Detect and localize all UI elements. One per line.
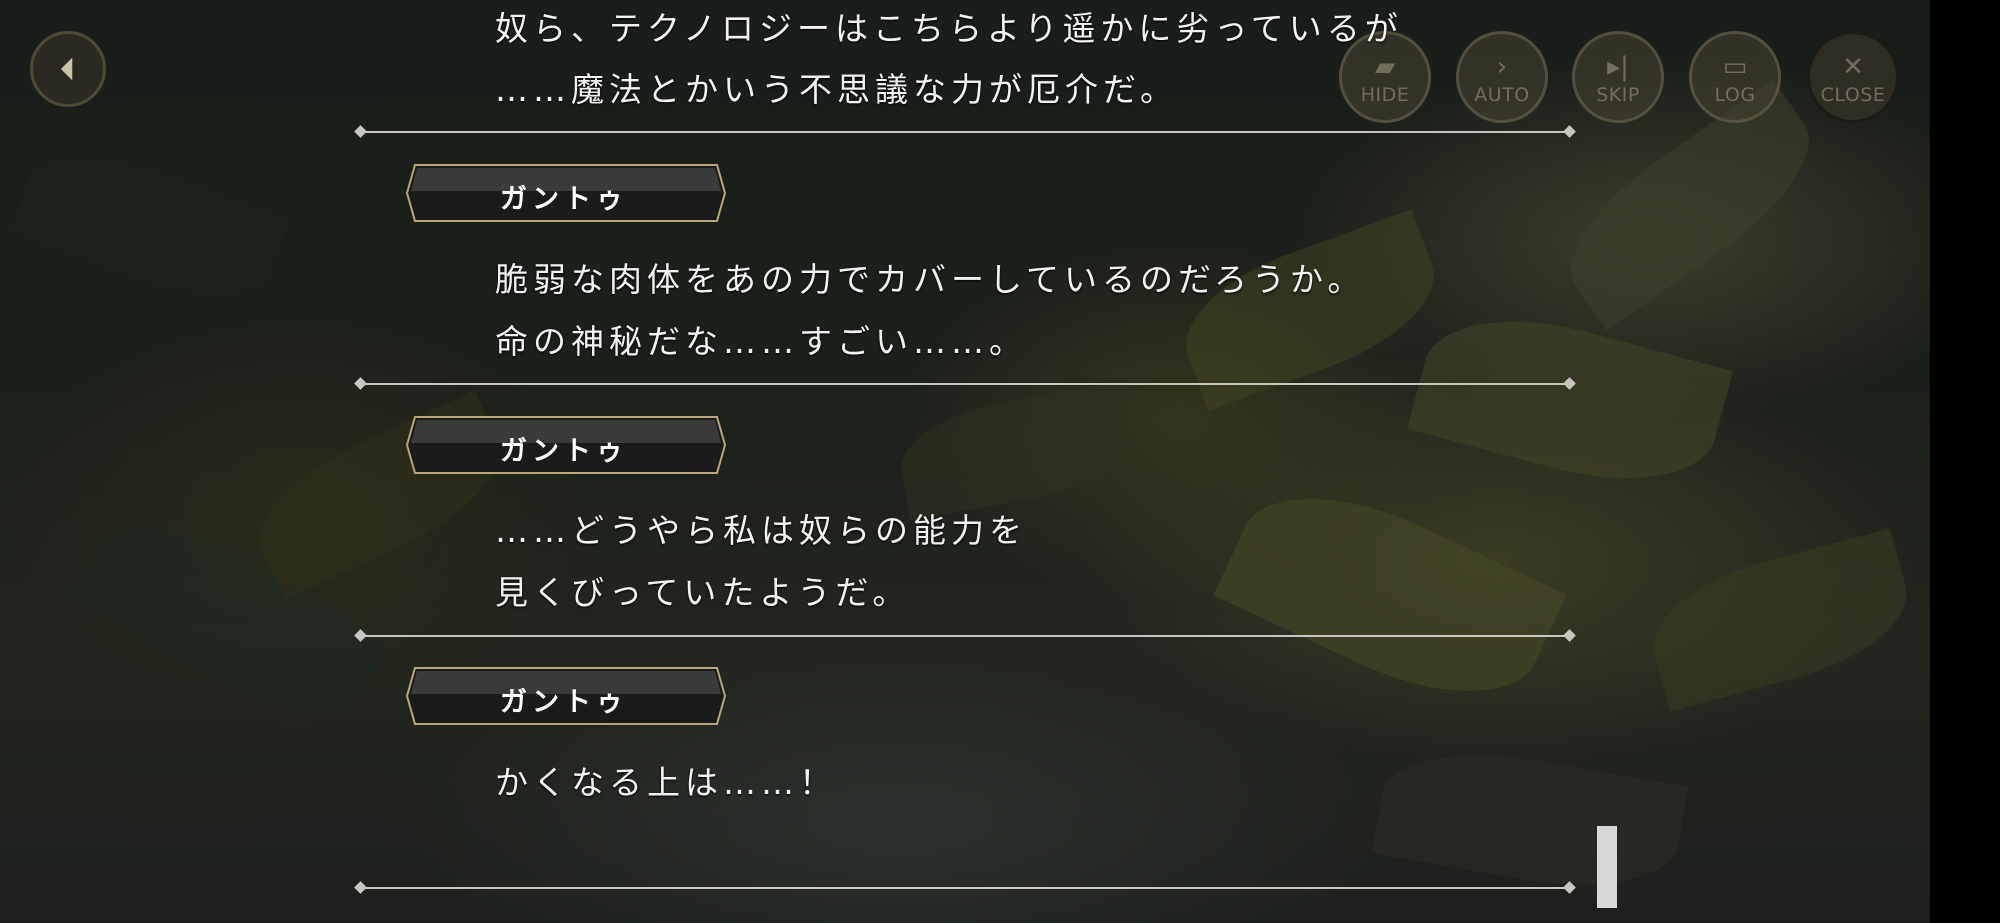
back-button[interactable] — [30, 31, 106, 107]
log-line: 脆弱な肉体をあの力でカバーしているのだろうか。 — [495, 260, 1366, 299]
log-icon: ▭ — [1722, 52, 1748, 82]
entry-divider — [360, 131, 1570, 133]
log-line: かくなる上は……！ — [495, 763, 837, 802]
auto-icon: › — [1496, 52, 1508, 82]
log-line: ……どうやら私は奴らの能力を — [495, 511, 1027, 550]
entry-divider — [360, 635, 1570, 637]
speaker-name-tag: ガントゥ — [405, 666, 727, 726]
speaker-name: ガントゥ — [500, 687, 628, 718]
close-button[interactable]: ✕ CLOSE — [1807, 31, 1899, 123]
close-icon: ✕ — [1842, 52, 1864, 82]
side-letterbox — [1930, 0, 2000, 923]
scrollbar-thumb[interactable] — [1597, 826, 1617, 908]
log-line: ……魔法とかいう不思議な力が厄介だ。 — [495, 70, 1179, 109]
skip-button[interactable]: ▸| SKIP — [1572, 31, 1664, 123]
entry-divider — [360, 887, 1570, 889]
speaker-name: ガントゥ — [500, 436, 628, 467]
speaker-name: ガントゥ — [500, 184, 628, 215]
log-button[interactable]: ▭ LOG — [1689, 31, 1781, 123]
background-scene — [0, 0, 1930, 923]
auto-button[interactable]: › AUTO — [1456, 31, 1548, 123]
back-arrow-icon — [60, 57, 73, 81]
skip-icon: ▸| — [1607, 52, 1629, 82]
log-line: 命の神秘だな……すごい……。 — [495, 322, 1027, 361]
log-line: 奴ら、テクノロジーはこちらより遥かに劣っているが — [495, 9, 1403, 48]
speaker-name-tag: ガントゥ — [405, 415, 727, 475]
speaker-name-tag: ガントゥ — [405, 163, 727, 223]
log-line: 見くびっていたようだ。 — [495, 573, 911, 612]
hide-icon: ▰ — [1375, 52, 1395, 82]
entry-divider — [360, 383, 1570, 385]
